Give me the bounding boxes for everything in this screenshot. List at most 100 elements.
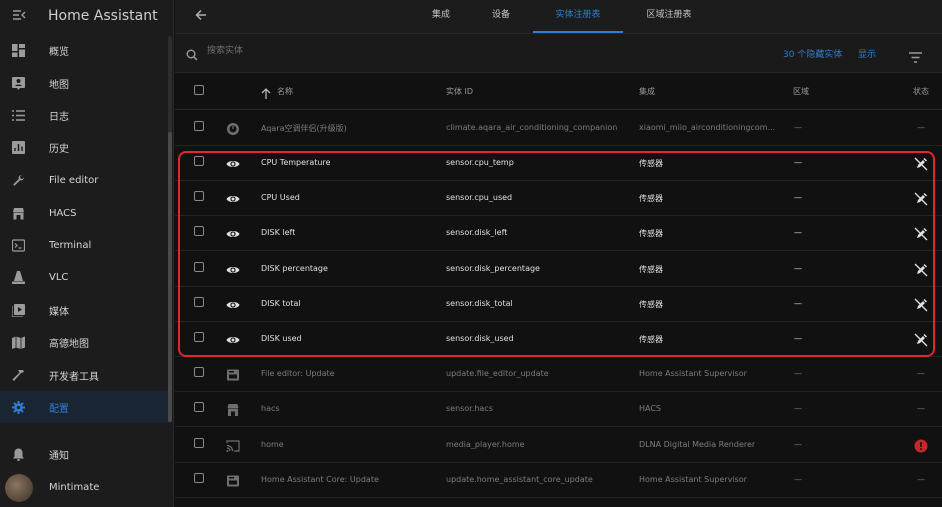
sidebar-item-terminal[interactable]: Terminal — [0, 229, 170, 261]
cast-icon — [226, 438, 240, 452]
entity-name: Home Assistant Core: Update — [261, 475, 379, 484]
entity-name: Aqara空调伴侣(升级版) — [261, 124, 347, 133]
entity-status: — — [917, 475, 925, 484]
tab-areas[interactable]: 区域注册表 — [639, 0, 699, 33]
pencil-off-icon — [914, 156, 928, 171]
user-name: Mintimate — [49, 481, 100, 493]
update-box-icon — [226, 367, 240, 381]
tab-devices[interactable]: 设备 — [483, 0, 519, 33]
sidebar-item-history[interactable]: 历史 — [0, 131, 170, 163]
table-row[interactable]: File editor: Update update.file_editor_up… — [175, 357, 942, 392]
entity-integration: xiaomi_miio_airconditioningcom... — [639, 123, 776, 132]
sidebar-item-amap[interactable]: 高德地图 — [0, 326, 170, 358]
column-header-area[interactable]: 区域 — [793, 86, 809, 97]
sidebar-item-user[interactable]: Mintimate — [0, 471, 170, 503]
table-row[interactable]: Home Assistant Core: Update update.home_a… — [175, 463, 942, 498]
row-checkbox[interactable] — [194, 191, 204, 201]
row-checkbox[interactable] — [194, 367, 204, 377]
row-checkbox[interactable] — [194, 121, 204, 131]
sidebar-item-vlc[interactable]: VLC — [0, 261, 170, 293]
row-checkbox[interactable] — [194, 262, 204, 272]
row-checkbox[interactable] — [194, 156, 204, 166]
logbook-icon — [11, 108, 25, 122]
sidebar-item-hacs[interactable]: HACS — [0, 197, 170, 229]
column-header-status[interactable]: 状态 — [913, 86, 929, 97]
bell-icon — [11, 447, 25, 461]
entity-name: CPU Used — [261, 193, 300, 202]
entity-area: — — [794, 193, 802, 202]
search-bar: 30 个隐藏实体 显示 — [175, 34, 942, 73]
sidebar-item-file-editor[interactable]: File editor — [0, 164, 170, 196]
table-row[interactable]: DISK percentage sensor.disk_percentage 传感器… — [175, 252, 942, 287]
entity-integration: 传感器 — [639, 194, 663, 203]
search-input[interactable] — [205, 45, 509, 57]
eye-icon — [226, 262, 240, 276]
update-box-icon — [226, 473, 240, 487]
entity-area: — — [794, 369, 802, 378]
filter-icon[interactable] — [909, 48, 922, 67]
hacs-icon — [11, 206, 25, 220]
sort-arrow-up-icon[interactable] — [261, 84, 271, 103]
table-row[interactable]: home media_player.home DLNA Digital Media … — [175, 428, 942, 463]
entity-id: media_player.home — [446, 440, 525, 449]
pencil-off-icon — [914, 262, 928, 277]
row-checkbox[interactable] — [194, 402, 204, 412]
column-header-entity-id[interactable]: 实体 ID — [446, 86, 473, 97]
row-checkbox[interactable] — [194, 226, 204, 236]
sidebar-item-label: VLC — [49, 271, 69, 283]
sidebar-scrollbar-thumb[interactable] — [168, 132, 172, 422]
sidebar-item-config[interactable]: 配置 — [0, 391, 170, 423]
table-row[interactable]: hacs sensor.hacs HACS — — — [175, 392, 942, 427]
table-row[interactable]: CPU Temperature sensor.cpu_temp 传感器 — — [175, 146, 942, 181]
sidebar-item-developer-tools[interactable]: 开发者工具 — [0, 359, 170, 391]
entity-integration: HACS — [639, 404, 662, 413]
entity-id: sensor.disk_total — [446, 299, 513, 308]
entity-integration: Home Assistant Supervisor — [639, 475, 747, 484]
tab-integrations[interactable]: 集成 — [423, 0, 459, 33]
entity-integration: 传感器 — [639, 159, 663, 168]
sidebar-item-map[interactable]: 地图 — [0, 67, 170, 99]
back-arrow-icon[interactable] — [195, 9, 207, 25]
entity-area: — — [794, 158, 802, 167]
column-header-name[interactable]: 名称 — [277, 86, 293, 97]
entity-status: — — [917, 369, 925, 378]
pencil-off-icon — [914, 226, 928, 241]
entity-integration: DLNA Digital Media Renderer — [639, 440, 756, 449]
sidebar-item-overview[interactable]: 概览 — [0, 34, 170, 66]
entity-name: DISK percentage — [261, 264, 328, 273]
row-checkbox[interactable] — [194, 473, 204, 483]
table-row[interactable]: Aqara空调伴侣(升级版) climate.aqara_air_conditio… — [175, 111, 942, 146]
entity-integration: 传感器 — [639, 300, 663, 309]
column-header-integration[interactable]: 集成 — [639, 86, 655, 97]
entity-id: update.file_editor_update — [446, 369, 549, 378]
table-row[interactable]: DISK total sensor.disk_total 传感器 — — [175, 287, 942, 322]
table-row[interactable]: DISK left sensor.disk_left 传感器 — — [175, 216, 942, 251]
row-checkbox[interactable] — [194, 297, 204, 307]
row-checkbox[interactable] — [194, 332, 204, 342]
entity-integration: Home Assistant Supervisor — [639, 369, 747, 378]
row-checkbox[interactable] — [194, 438, 204, 448]
entity-name: home — [261, 440, 284, 449]
sidebar-item-logbook[interactable]: 日志 — [0, 99, 170, 131]
sidebar-item-notifications[interactable]: 通知 — [0, 438, 170, 470]
sidebar-item-label: File editor — [49, 174, 99, 186]
entity-id: sensor.cpu_used — [446, 193, 513, 202]
sidebar-item-media[interactable]: 媒体 — [0, 294, 170, 326]
entity-integration: 传感器 — [639, 229, 663, 238]
show-hidden-button[interactable]: 显示 — [858, 47, 876, 60]
sidebar-header: Home Assistant — [0, 0, 173, 32]
table-row[interactable]: CPU Used sensor.cpu_used 传感器 — — [175, 181, 942, 216]
entity-integration: 传感器 — [639, 265, 663, 274]
hacs-icon — [226, 402, 240, 416]
select-all-checkbox[interactable] — [194, 85, 204, 95]
menu-collapse-icon[interactable] — [12, 8, 28, 24]
table-row[interactable]: DISK used sensor.disk_used 传感器 — — [175, 322, 942, 357]
entity-id: sensor.cpu_temp — [446, 158, 514, 167]
entity-id: sensor.disk_used — [446, 334, 514, 343]
entity-area: — — [794, 228, 802, 237]
pencil-off-icon — [914, 297, 928, 312]
entity-name: DISK used — [261, 334, 302, 343]
entity-area: — — [794, 264, 802, 273]
tab-entities[interactable]: 实体注册表 — [533, 0, 623, 33]
sidebar-item-label: 概览 — [49, 46, 69, 58]
